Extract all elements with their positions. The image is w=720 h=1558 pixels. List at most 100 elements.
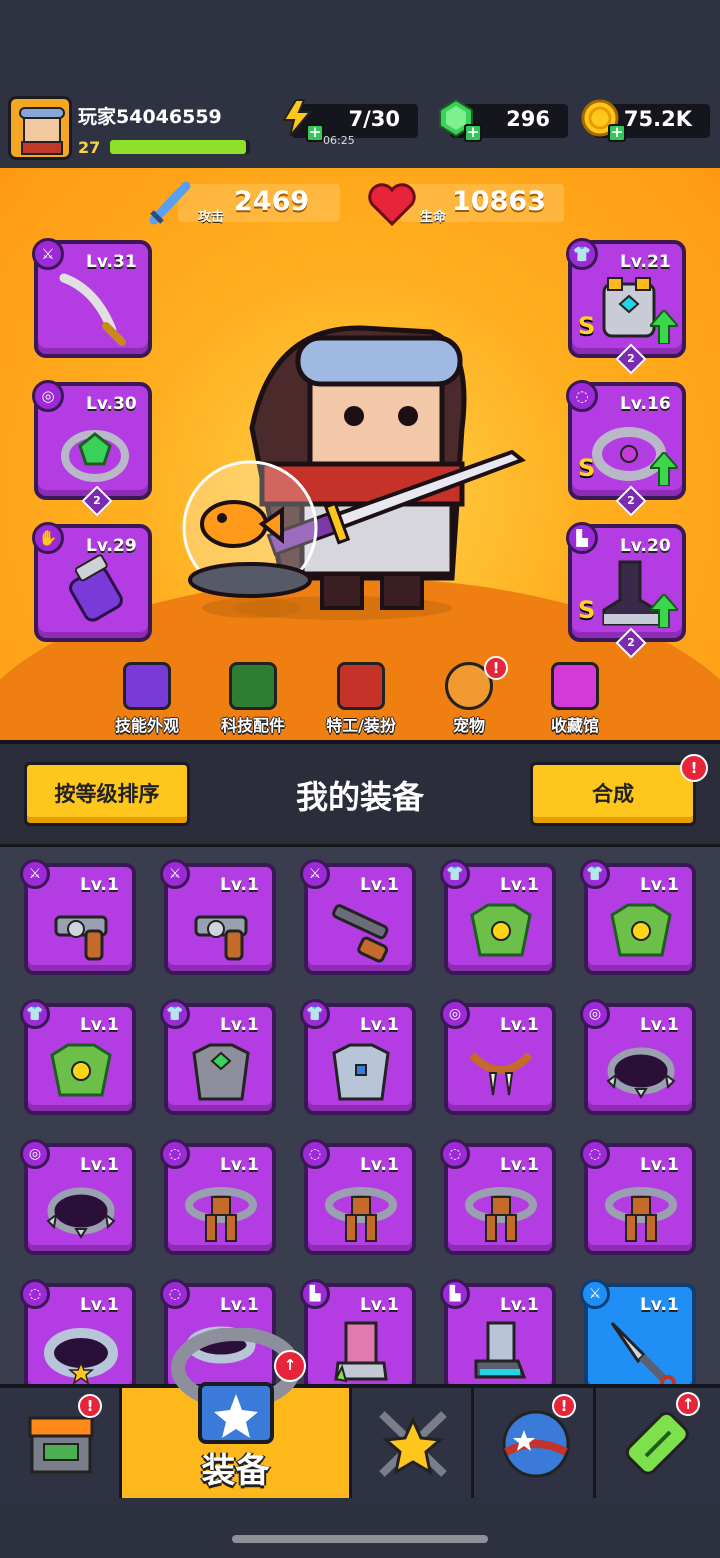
equipment-item[interactable]: 👕 Lv.1 xyxy=(580,859,696,975)
weapon-type-icon: ⚔ xyxy=(300,859,330,889)
nav-collection[interactable]: 收藏馆 xyxy=(530,658,620,740)
weapon-type-icon: ⚔ xyxy=(20,859,50,889)
equipment-item[interactable]: ◌ Lv.1 xyxy=(580,1139,696,1255)
rope-belt-icon xyxy=(185,1187,257,1242)
merge-button[interactable]: 合成 xyxy=(530,762,696,826)
energy-value: 7/30 xyxy=(348,107,400,131)
item-level: Lv.1 xyxy=(640,1015,679,1035)
star-count-badge: 2 xyxy=(615,485,647,517)
steel-armor-icon xyxy=(332,1043,390,1101)
equip-slot-armor[interactable]: 👕 Lv.21 S 2 xyxy=(566,238,686,375)
equipment-item[interactable]: 👕 Lv.1 xyxy=(160,999,276,1115)
equip-slot-boots[interactable]: ▙ Lv.20 S 2 xyxy=(566,522,686,659)
genes-upgrade-badge: ↑ xyxy=(676,1392,700,1416)
equipment-item[interactable]: ⚔ Lv.1 xyxy=(20,859,136,975)
equip-slot-glove[interactable]: ✋ Lv.29 xyxy=(32,522,152,642)
ring-type-icon: ◎ xyxy=(32,380,64,412)
nav-skill-skin[interactable]: 技能外观 xyxy=(102,658,192,740)
glove-icon xyxy=(69,554,123,622)
tab-shop[interactable]: ! xyxy=(0,1388,122,1498)
rope-belt-icon xyxy=(465,1187,537,1242)
xp-bar-fill xyxy=(110,140,246,154)
item-level: Lv.1 xyxy=(640,875,679,895)
upgrade-arrow-icon xyxy=(650,310,678,344)
equipment-item[interactable]: ◌ Lv.1 xyxy=(440,1139,556,1255)
inventory-header: 按等级排序 我的装备 合成 ! xyxy=(0,740,720,844)
equipment-item[interactable]: ◎ Lv.1 xyxy=(20,1139,136,1255)
nav-agent-costume[interactable]: 特工/装扮 xyxy=(316,658,406,740)
equipment-item[interactable]: ◎ Lv.1 xyxy=(440,999,556,1115)
equip-slot-belt[interactable]: ◌ Lv.16 S 2 xyxy=(566,380,686,517)
equipment-item[interactable]: ◌ Lv.1 xyxy=(300,1139,416,1255)
tab-world[interactable]: ! xyxy=(474,1388,596,1498)
shotgun-icon xyxy=(332,904,389,963)
player-profile[interactable]: 玩家54046559 27 xyxy=(8,96,270,164)
top-bar: 玩家54046559 27 + 7/30 06:25 + 296 + 75.2K xyxy=(0,88,720,168)
equipment-item[interactable]: ◌ Lv.1 xyxy=(20,1279,136,1384)
fang-necklace-icon xyxy=(469,1052,533,1096)
equipment-item[interactable]: 👕 Lv.1 xyxy=(300,999,416,1115)
equipment-item[interactable]: ▙ Lv.1 xyxy=(300,1279,416,1384)
slot-level: Lv.21 xyxy=(620,252,671,272)
equipment-item[interactable]: ⚔ Lv.1 xyxy=(580,1279,696,1384)
armor-type-icon: 👕 xyxy=(440,859,470,889)
equipment-item[interactable]: 👕 Lv.1 xyxy=(20,999,136,1115)
home-indicator[interactable] xyxy=(232,1535,488,1543)
gem-counter[interactable]: + 296 xyxy=(439,98,568,142)
slot-level: Lv.31 xyxy=(86,252,137,272)
weapon-type-icon: ⚔ xyxy=(580,1279,610,1309)
hp-stat: 生命 10863 xyxy=(368,183,564,227)
rope-belt-icon xyxy=(325,1187,397,1242)
coins-value: 75.2K xyxy=(623,107,692,131)
avatar[interactable] xyxy=(8,96,72,160)
boots-type-icon: ▙ xyxy=(566,522,598,554)
star-swords-icon xyxy=(379,1411,447,1477)
glove-type-icon: ✋ xyxy=(32,522,64,554)
equipment-item[interactable]: ◎ Lv.1 xyxy=(580,999,696,1115)
nav-tech-parts[interactable]: 科技配件 xyxy=(208,658,298,740)
armor-type-icon: 👕 xyxy=(20,999,50,1029)
equipment-item[interactable]: ◌ Lv.1 xyxy=(160,1139,276,1255)
leaf-armor-icon xyxy=(470,903,532,957)
attack-label: 攻击 xyxy=(198,210,225,225)
equipment-item[interactable]: 👕 Lv.1 xyxy=(440,859,556,975)
equipment-item[interactable]: ⚔ Lv.1 xyxy=(300,859,416,975)
kunai-icon xyxy=(610,1321,676,1384)
bottom-nav: ! ↑ 装备 ! ↑ xyxy=(0,1328,720,1498)
merge-alert-badge: ! xyxy=(680,754,708,782)
tab-genes[interactable]: ↑ xyxy=(596,1388,720,1498)
tab-equipment-label: 装备 xyxy=(201,1451,270,1491)
item-level: Lv.1 xyxy=(80,1155,119,1175)
energy-timer: 06:25 xyxy=(323,134,355,147)
energy-counter[interactable]: + 7/30 xyxy=(282,99,418,142)
nav-pet[interactable]: 宠物 ! xyxy=(424,656,514,740)
add-energy-button[interactable]: + xyxy=(306,124,324,142)
slot-level: Lv.29 xyxy=(86,536,137,556)
equipment-upgrade-badge: ↑ xyxy=(274,1350,306,1382)
attack-stat: 攻击 2469 xyxy=(149,181,340,225)
slot-level: Lv.30 xyxy=(86,394,137,414)
equip-slot-weapon[interactable]: ⚔ Lv.31 xyxy=(32,238,152,358)
tab-battle[interactable] xyxy=(352,1388,474,1498)
shop-alert-badge: ! xyxy=(78,1394,102,1418)
equipment-item[interactable]: ▙ Lv.1 xyxy=(440,1279,556,1384)
tab-equipment[interactable]: ↑ 装备 xyxy=(122,1328,352,1498)
add-gems-button[interactable]: + xyxy=(464,124,482,142)
armor-type-icon: 👕 xyxy=(566,238,598,270)
armor-type-icon: 👕 xyxy=(580,859,610,889)
attack-value: 2469 xyxy=(234,186,310,217)
coin-counter[interactable]: + 75.2K xyxy=(581,99,710,142)
item-level: Lv.1 xyxy=(500,1015,539,1035)
skill-skin-icon xyxy=(123,662,171,710)
item-level: Lv.1 xyxy=(220,1015,259,1035)
equipment-item[interactable]: ⚔ Lv.1 xyxy=(160,859,276,975)
item-level: Lv.1 xyxy=(360,1155,399,1175)
status-bar xyxy=(0,0,720,88)
item-level: Lv.1 xyxy=(220,1155,259,1175)
equip-slot-ring[interactable]: ◎ Lv.30 2 xyxy=(32,380,152,517)
slot-level: Lv.16 xyxy=(620,394,671,414)
rope-belt-icon xyxy=(605,1187,677,1242)
necklace-type-icon: ◎ xyxy=(440,999,470,1029)
item-level: Lv.1 xyxy=(360,875,399,895)
star-count-badge: 2 xyxy=(615,343,647,375)
